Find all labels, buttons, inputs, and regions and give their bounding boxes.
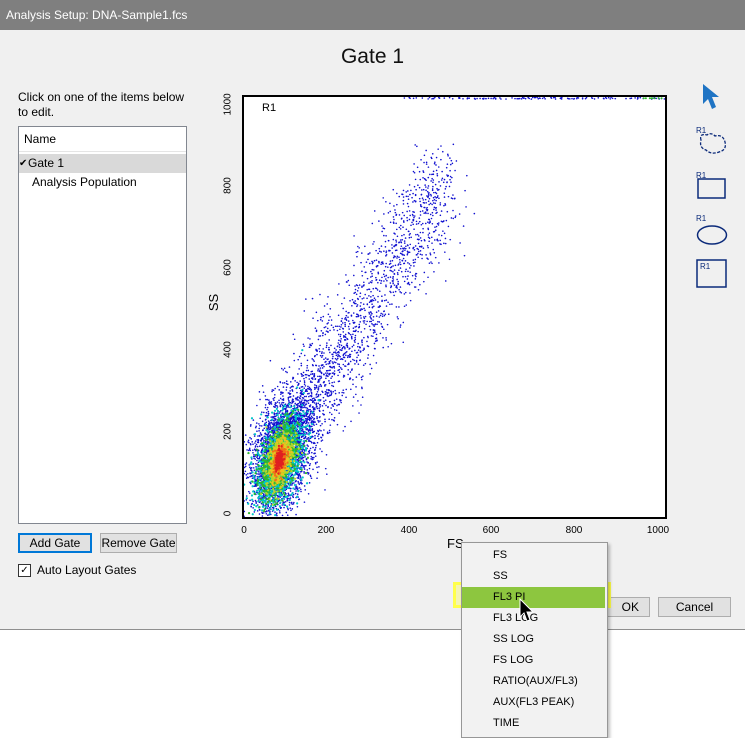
menu-item-fs-log[interactable]: FS LOG (462, 650, 605, 671)
scatter-dots (244, 97, 665, 517)
auto-layout-checkbox[interactable]: ✓ (18, 563, 31, 577)
list-item-gate-1[interactable]: ✔ Gate 1 (19, 154, 186, 173)
instructions-text: Click on one of the items below to edit. (18, 90, 185, 119)
x-tick-label: 600 (482, 525, 500, 536)
x-tick-label: 1000 (646, 525, 670, 536)
list-item-label: Analysis Population (32, 175, 137, 189)
rectangle-region-icon[interactable] (697, 178, 727, 203)
mouse-cursor-icon (518, 597, 538, 627)
y-tick-label: 400 (222, 341, 234, 358)
y-tick-label: 0 (222, 510, 234, 517)
list-item-label: Gate 1 (28, 156, 65, 170)
pointer-icon[interactable] (700, 82, 724, 115)
y-axis-label: SS (206, 293, 222, 312)
cancel-button[interactable]: Cancel (658, 597, 731, 617)
region-label: R1 (262, 102, 277, 114)
x-tick-label: 200 (317, 525, 335, 536)
parameter-dropdown-menu[interactable]: FS SS FL3 PI FL3 LOG SS LOG FS LOG RATIO… (461, 542, 608, 738)
y-tick-label: 800 (222, 177, 234, 194)
analysis-setup-dialog: Analysis Setup: DNA-Sample1.fcs Gate 1 C… (0, 0, 745, 630)
ellipse-region-icon[interactable] (696, 224, 728, 249)
check-mark-icon: ✔ (19, 158, 28, 169)
auto-layout-label: Auto Layout Gates (37, 563, 137, 577)
freeform-region-icon[interactable] (697, 130, 729, 159)
menu-item-ratio-aux-fl3[interactable]: RATIO(AUX/FL3) (462, 671, 605, 692)
add-gate-button[interactable]: Add Gate (18, 533, 92, 553)
menu-item-time[interactable]: TIME (462, 713, 605, 734)
y-tick-label: 600 (222, 259, 234, 276)
y-tick-label: 200 (222, 423, 234, 440)
x-tick-label: 0 (241, 525, 247, 536)
menu-item-aux-fl3-peak[interactable]: AUX(FL3 PEAK) (462, 692, 605, 713)
gate-title: Gate 1 (340, 45, 405, 68)
tool-label: R1 (700, 262, 711, 271)
x-tick-label: 800 (565, 525, 583, 536)
gate-list[interactable]: Name ✔ Gate 1 Analysis Population (18, 126, 187, 524)
menu-item-fs[interactable]: FS (462, 545, 605, 566)
tool-label: R1 (696, 214, 707, 223)
menu-item-ss-log[interactable]: SS LOG (462, 629, 605, 650)
auto-layout-gates-option[interactable]: ✓ Auto Layout Gates (18, 563, 136, 577)
scatter-plot[interactable] (242, 95, 667, 519)
remove-gate-button[interactable]: Remove Gate (100, 533, 177, 553)
window-title: Analysis Setup: DNA-Sample1.fcs (0, 0, 745, 30)
x-tick-label: 400 (400, 525, 418, 536)
list-item-analysis-population[interactable]: Analysis Population (19, 173, 186, 192)
y-tick-label: 1000 (222, 93, 234, 116)
list-column-header[interactable]: Name (19, 127, 186, 152)
menu-item-ss[interactable]: SS (462, 566, 605, 587)
